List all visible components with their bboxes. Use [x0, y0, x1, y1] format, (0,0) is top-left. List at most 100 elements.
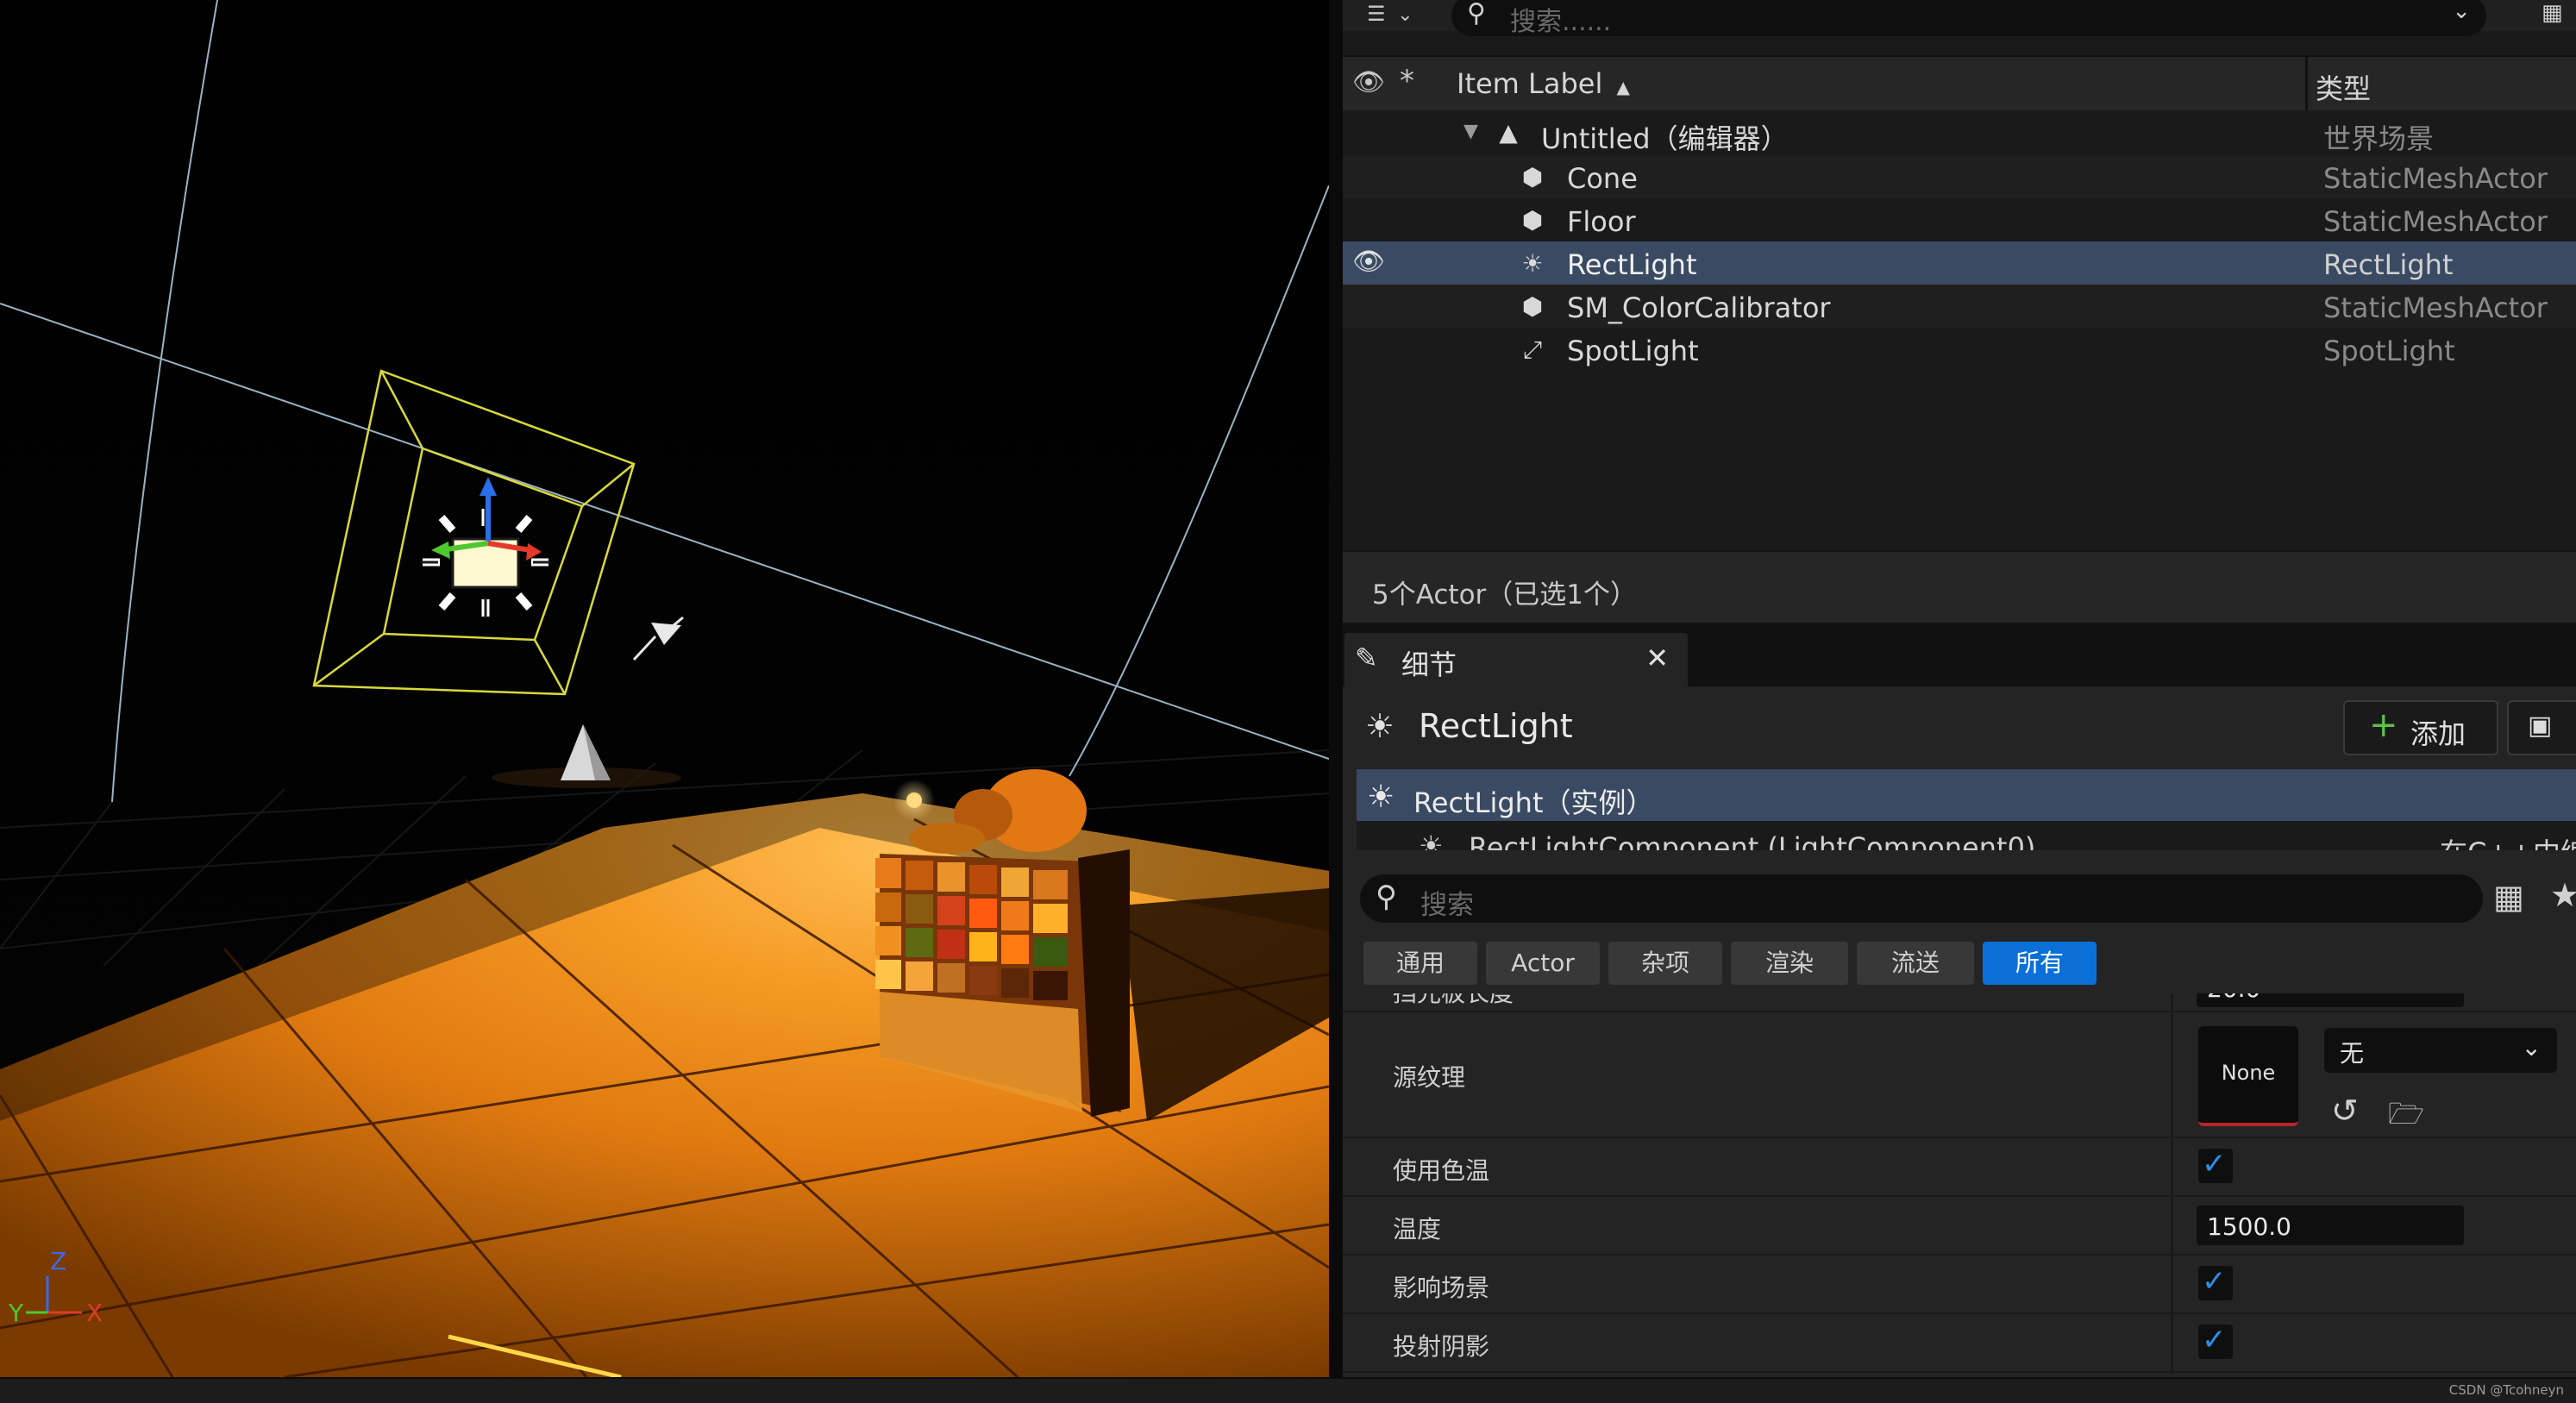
component-row-child[interactable]: ☀ RectLightComponent (LightComponent0) 在… [1357, 824, 2576, 850]
texture-asset-picker[interactable]: 无 ⌄ [2324, 1028, 2557, 1073]
outliner-status-bar: 5个Actor（已选1个） [1343, 550, 2576, 624]
add-component-button[interactable]: + 添加 [2343, 700, 2498, 755]
tree-row-rectlight[interactable]: 👁 ☀ RectLight RectLight [1343, 241, 2576, 285]
texture-thumbnail[interactable]: None [2198, 1026, 2298, 1126]
property-matrix-icon[interactable]: ▦ [2493, 878, 2524, 916]
visibility-eye-icon[interactable]: 👁 [1350, 247, 1388, 279]
checkmark-icon: ✓ [2202, 1147, 2227, 1181]
temperature-field[interactable]: 1500.0 [2197, 1206, 2464, 1245]
edit-in-cpp-link[interactable]: 在C++中编辑 [2440, 831, 2576, 850]
chevron-down-icon[interactable]: ⌄ [2452, 0, 2471, 24]
texture-thumbnail-label: None [2221, 1061, 2276, 1085]
tree-row-label: Cone [1567, 162, 1638, 195]
component-row-root[interactable]: ☀ RectLight（实例） [1357, 769, 2576, 821]
sort-ascending-icon: ▲ [1616, 77, 1630, 97]
viewport-scene [0, 0, 1329, 1377]
details-search-input[interactable]: 搜索 [1420, 883, 1474, 922]
search-icon: ⚲ [1467, 0, 1486, 28]
blueprint-button[interactable]: ▣ [2507, 700, 2576, 755]
prop-divider [2171, 1197, 2173, 1254]
expand-arrow-icon[interactable]: ▼ [1463, 121, 1478, 142]
axis-x-label: X [86, 1299, 103, 1327]
browse-asset-icon[interactable]: 🗁 [2388, 1093, 2424, 1143]
prop-divider [2171, 1314, 2173, 1371]
prop-row-affects-world: 影响场景 ✓ [1343, 1256, 2576, 1314]
prop-label: 挡光板长度 [1393, 993, 1514, 1009]
prop-label: 使用色温 [1393, 1156, 1490, 1185]
affects-world-checkbox[interactable]: ✓ [2198, 1264, 2233, 1300]
outliner-tree: ▼ ▲ Untitled（编辑器） 世界场景 ⬢ Cone StaticMesh… [1343, 110, 2576, 550]
world-label: Untitled（编辑器） [1541, 122, 1789, 155]
filter-general[interactable]: 通用 [1363, 942, 1477, 985]
plus-icon: + [2369, 705, 2398, 745]
chevron-down-icon: ⌄ [2521, 1033, 2542, 1062]
add-folder-icon[interactable]: ▦ [2542, 0, 2576, 31]
tree-row-label: RectLight [1567, 248, 1697, 281]
world-type: 世界场景 [2323, 122, 2435, 155]
rect-light-icon: ☀ [1521, 249, 1544, 278]
favorites-star-icon[interactable]: ★ [2550, 876, 2576, 914]
use-temperature-checkbox[interactable]: ✓ [2198, 1147, 2233, 1183]
tree-row-label: SM_ColorCalibrator [1567, 291, 1831, 324]
static-mesh-icon: ⬢ [1521, 206, 1544, 235]
outliner-toolbar: ☰ ⌄ ⚲ 搜索...... ⌄ ▦ [1343, 0, 2576, 37]
property-list: 挡光板长度 20.0 源纹理 None 无 ⌄ ↺ 🗁 [1343, 993, 2576, 1377]
temperature-value: 1500.0 [2207, 1212, 2291, 1241]
filter-rendering[interactable]: 渲染 [1731, 942, 1848, 985]
tree-row-colorcalibrator[interactable]: ⬢ SM_ColorCalibrator StaticMeshActor [1343, 285, 2576, 328]
tab-details[interactable]: ✎ 细节 ✕ [1344, 633, 1688, 686]
tree-row-type: StaticMeshActor [2323, 205, 2548, 238]
static-mesh-icon: ⬢ [1521, 163, 1544, 191]
pin-column-star-icon[interactable]: * [1400, 64, 1414, 98]
spot-light-icon: ⤢ [1522, 335, 1543, 364]
tree-row-type: StaticMeshActor [2323, 162, 2548, 195]
use-selected-arrow-icon[interactable]: ↺ [2331, 1092, 2359, 1130]
tree-row-spotlight[interactable]: ⤢ SpotLight SpotLight [1343, 328, 2576, 371]
axis-z-label: Z [50, 1247, 67, 1275]
right-panel: ☰ ⌄ ⚲ 搜索...... ⌄ ▦ 👁 * Item Label ▲ 类型 ▼… [1343, 0, 2576, 1377]
close-icon[interactable]: ✕ [1645, 642, 1669, 674]
chevron-down-icon: ⌄ [1397, 4, 1413, 26]
barn-length-field[interactable]: 20.0 [2197, 993, 2464, 1007]
outliner-search[interactable]: ⚲ 搜索...... ⌄ [1451, 0, 2486, 38]
blueprint-icon: ▣ [2528, 711, 2553, 741]
filter-all[interactable]: 所有 [1983, 942, 2097, 985]
search-icon: ⚲ [1376, 880, 1397, 914]
column-header-item-label[interactable]: Item Label ▲ [1457, 67, 1630, 100]
actor-name[interactable]: RectLight [1419, 707, 1573, 745]
filter-button[interactable]: ☰ ⌄ [1367, 2, 1419, 29]
filter-actor[interactable]: Actor [1486, 942, 1600, 985]
cast-shadows-checkbox[interactable]: ✓ [2198, 1323, 2233, 1359]
prop-label: 源纹理 [1393, 1063, 1466, 1092]
tree-row-cone[interactable]: ⬢ Cone StaticMeshActor [1343, 155, 2576, 198]
level-viewport[interactable]: Z Y X [0, 0, 1329, 1377]
rect-light-icon: ☀ [1365, 707, 1395, 745]
tab-details-label: 细节 [1401, 648, 1457, 681]
tree-row-floor[interactable]: ⬢ Floor StaticMeshActor [1343, 198, 2576, 241]
tree-row-label: Floor [1567, 205, 1636, 238]
filter-misc[interactable]: 杂项 [1608, 942, 1722, 985]
axis-y-label: Y [9, 1299, 24, 1327]
column-header-label-text: Item Label [1457, 67, 1603, 100]
details-search[interactable]: ⚲ 搜索 [1360, 874, 2483, 923]
checkmark-icon: ✓ [2202, 1264, 2227, 1299]
filter-icon: ☰ [1367, 2, 1386, 26]
prop-label: 影响场景 [1393, 1274, 1490, 1302]
component-root-label: RectLight（实例） [1413, 786, 1654, 819]
prop-divider [2171, 1012, 2173, 1137]
column-divider[interactable] [2305, 57, 2308, 110]
prop-row-temperature: 温度 1500.0 [1343, 1197, 2576, 1256]
column-header-type[interactable]: 类型 [2316, 67, 2371, 107]
tree-row-type: StaticMeshActor [2323, 291, 2548, 324]
add-component-label: 添加 [2410, 717, 2466, 750]
details-panel: ☀ RectLight + 添加 ▣ ☀ RectLight（实例） ☀ Rec… [1343, 686, 2576, 1377]
tree-row-type: RectLight [2323, 248, 2454, 281]
panel-splitter[interactable] [1329, 0, 1343, 1377]
tree-row-world[interactable]: ▼ ▲ Untitled（编辑器） 世界场景 [1343, 110, 2576, 155]
texture-asset-value: 无 [2340, 1039, 2365, 1068]
rect-light-icon: ☀ [1419, 830, 1444, 850]
outliner-header: 👁 * Item Label ▲ 类型 [1343, 55, 2576, 112]
visibility-column-eye-icon[interactable]: 👁 [1350, 67, 1388, 100]
outliner-search-input[interactable]: 搜索...... [1510, 0, 1611, 38]
filter-streaming[interactable]: 流送 [1857, 942, 1974, 985]
